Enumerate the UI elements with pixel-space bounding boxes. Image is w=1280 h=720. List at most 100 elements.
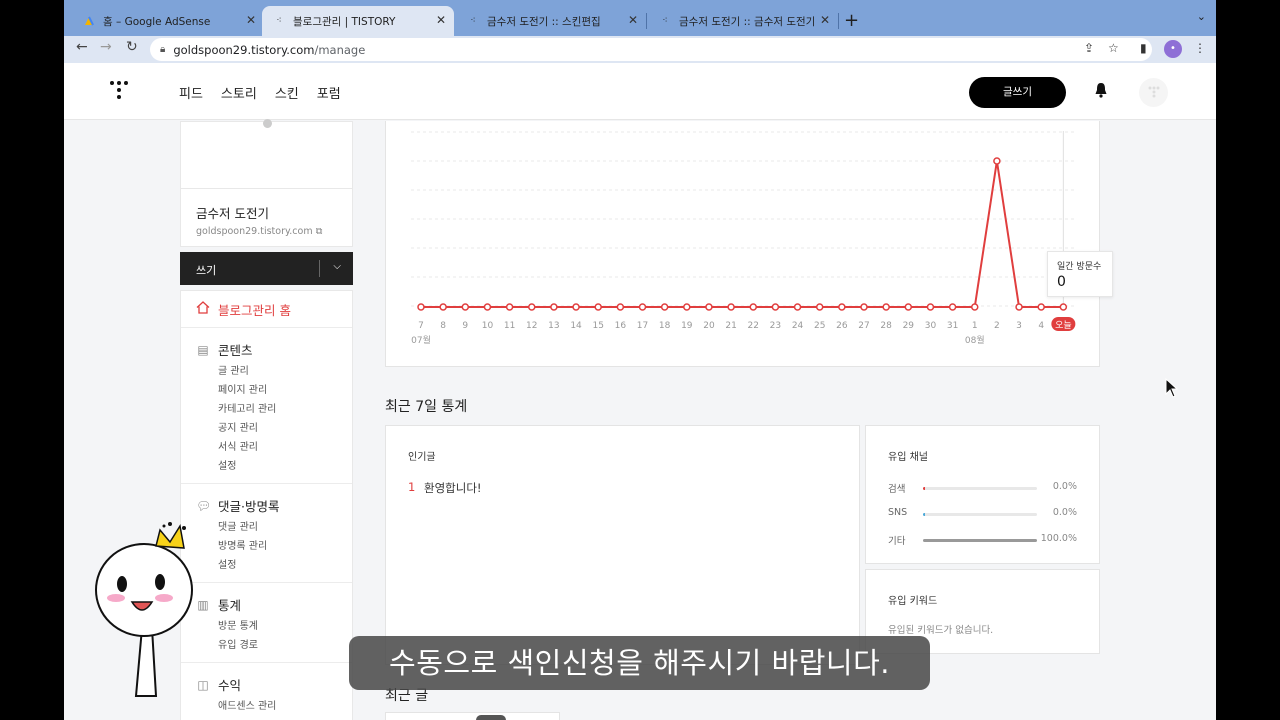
- close-icon[interactable]: ✕: [628, 13, 638, 27]
- data-point: [638, 303, 647, 311]
- x-tick-label: 17: [637, 321, 648, 331]
- blog-url[interactable]: goldspoon29.tistory.com ⧉: [196, 226, 337, 237]
- x-tick-label: 16: [615, 321, 627, 331]
- write-post-button[interactable]: 글쓰기: [969, 77, 1066, 108]
- x-tick-label: 12: [526, 321, 537, 331]
- back-icon[interactable]: ←: [76, 39, 88, 55]
- x-tick-label: 3: [1016, 321, 1022, 331]
- x-tick-label: 10: [482, 321, 494, 331]
- menu-item[interactable]: 유입 경로: [218, 639, 337, 652]
- channels-title: 유입 채널: [888, 452, 928, 463]
- nav-forum[interactable]: 포럼: [317, 83, 341, 102]
- section-title[interactable]: 콘텐츠: [218, 340, 253, 359]
- recent-post-thumbnail[interactable]: [385, 712, 560, 720]
- data-point: [815, 303, 824, 311]
- tab-strip: 홈 – Google AdSense ✕ ⁖ 블로그관리 | TISTORY ✕…: [64, 0, 1216, 36]
- post-title[interactable]: 환영합니다!: [424, 480, 482, 496]
- data-point: [926, 303, 935, 311]
- nav-story[interactable]: 스토리: [221, 83, 257, 102]
- x-tick-label: 25: [814, 321, 825, 331]
- tab-blog[interactable]: ⁖ 금수저 도전기 :: 금수저 도전기 ✕: [648, 6, 838, 36]
- menu-item[interactable]: 페이지 관리: [218, 384, 337, 397]
- x-tick-label: 21: [725, 321, 736, 331]
- menu-item[interactable]: 공지 관리: [218, 422, 337, 435]
- tab-tistory-manage[interactable]: ⁖ 블로그관리 | TISTORY ✕: [262, 6, 454, 36]
- data-point: [594, 303, 602, 311]
- month-label: 07월: [411, 334, 431, 346]
- reload-icon[interactable]: ↻: [126, 39, 138, 55]
- data-point: [971, 303, 979, 311]
- popular-posts-card: 인기글 1 환영합니다!: [385, 425, 860, 665]
- data-point: [483, 303, 492, 311]
- data-point: [1015, 303, 1023, 311]
- x-tick-label: 9: [462, 321, 468, 331]
- menu-section-comments: 💬︎ 댓글·방명록 댓글 관리 방명록 관리 설정: [181, 484, 352, 583]
- site-header: 피드 스토리 스킨 포럼 글쓰기: [64, 63, 1216, 120]
- menu-dashboard-home[interactable]: 블로그관리 홈: [181, 291, 352, 328]
- x-tick-label: 28: [880, 321, 892, 331]
- chart-tooltip: 일간 방문수 0: [1047, 251, 1113, 297]
- x-tick-label: 30: [925, 321, 937, 331]
- tab-title: 블로그관리 | TISTORY: [293, 15, 396, 28]
- chevron-down-icon[interactable]: ⌵: [333, 261, 341, 272]
- close-icon[interactable]: ✕: [246, 13, 256, 27]
- menu-item[interactable]: 방명록 관리: [218, 540, 337, 553]
- list-item[interactable]: 1 환영합니다!: [408, 480, 837, 496]
- data-point: [727, 303, 735, 311]
- channel-row: 검색 0.0%: [888, 475, 1077, 501]
- mascot-character: [95, 522, 193, 697]
- menu-item[interactable]: 카테고리 관리: [218, 403, 337, 416]
- nav-feed[interactable]: 피드: [179, 83, 203, 102]
- close-icon[interactable]: ✕: [436, 13, 446, 27]
- forward-icon[interactable]: →: [100, 39, 112, 55]
- x-tick-label: 18: [659, 321, 671, 331]
- document-icon: ▤: [197, 342, 209, 357]
- new-tab-icon[interactable]: +: [844, 10, 859, 31]
- visitor-chart-card: 7 8 9 10 11 12 13 14 15 16 17 18 19 20 21 22 23 24 25 26 27 2…: [385, 121, 1100, 367]
- menu-item[interactable]: 설정: [218, 559, 337, 572]
- tooltip-label: 일간 방문수: [1057, 262, 1102, 272]
- browser-profile-avatar[interactable]: •: [1164, 40, 1182, 58]
- side-panel-icon[interactable]: ▮: [1140, 41, 1147, 55]
- menu-item[interactable]: 글 관리: [218, 365, 337, 378]
- address-bar[interactable]: 🔒︎ goldspoon29.tistory.com/manage: [150, 38, 1152, 61]
- data-point: [1059, 303, 1068, 311]
- bell-icon[interactable]: [1094, 82, 1108, 102]
- keywords-title: 유입 키워드: [888, 596, 938, 607]
- section-title[interactable]: 통계: [218, 595, 241, 614]
- channel-bar: [923, 513, 1037, 516]
- data-point: [461, 303, 470, 311]
- close-icon[interactable]: ✕: [820, 13, 830, 27]
- data-point: [616, 303, 625, 311]
- url-path: /manage: [314, 42, 366, 57]
- share-icon[interactable]: ⇪: [1084, 41, 1094, 55]
- x-tick-label: 13: [548, 321, 559, 331]
- data-point: [417, 303, 425, 311]
- blog-name[interactable]: 금수저 도전기: [196, 203, 337, 222]
- menu-item[interactable]: 애드센스 관리: [218, 700, 337, 713]
- channel-name: 기타: [888, 536, 906, 547]
- data-point: [505, 303, 514, 311]
- section-title[interactable]: 댓글·방명록: [218, 496, 279, 515]
- channel-name: SNS: [888, 507, 908, 518]
- kebab-menu-icon[interactable]: ⋮: [1194, 41, 1206, 55]
- x-tick-label: 1: [972, 321, 978, 331]
- section-title[interactable]: 수익: [218, 675, 241, 694]
- menu-item[interactable]: 서식 관리: [218, 441, 337, 454]
- write-dropdown[interactable]: 쓰기 ⌵: [180, 252, 353, 285]
- tab-title: 홈 – Google AdSense: [103, 15, 211, 28]
- bookmark-star-icon[interactable]: ☆: [1108, 41, 1119, 55]
- user-avatar[interactable]: [1139, 78, 1168, 107]
- nav-skin[interactable]: 스킨: [275, 83, 299, 102]
- tooltip-value: 0: [1057, 274, 1066, 290]
- menu-item[interactable]: 댓글 관리: [218, 521, 337, 534]
- channel-bar: [923, 487, 1037, 490]
- data-point: [860, 303, 868, 311]
- x-tick-label: 27: [858, 321, 869, 331]
- menu-item[interactable]: 방문 통계: [218, 620, 337, 633]
- tab-search-icon[interactable]: ⌄: [1197, 10, 1206, 23]
- tistory-logo[interactable]: [110, 81, 130, 103]
- tab-skin-edit[interactable]: ⁖ 금수저 도전기 :: 스킨편집 ✕: [456, 6, 646, 36]
- tab-adsense[interactable]: 홈 – Google AdSense ✕: [72, 6, 264, 36]
- menu-item[interactable]: 설정: [218, 460, 337, 473]
